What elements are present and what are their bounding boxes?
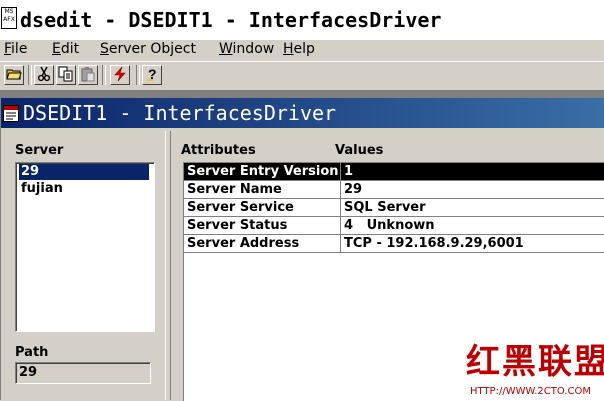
- cut-icon: [37, 66, 51, 85]
- toolbar: ?: [0, 61, 604, 91]
- menu-window[interactable]: Window: [219, 40, 274, 60]
- attributes-header: Attributes Values: [181, 143, 601, 159]
- attribute-value: 29: [344, 182, 363, 197]
- attribute-value: SQL Server: [344, 200, 426, 215]
- attribute-row[interactable]: Server Entry Version 1: [184, 163, 604, 181]
- attribute-value: TCP - 192.168.9.29,6001: [344, 236, 524, 251]
- menu-bar: File Edit Server Object Window Help: [0, 40, 604, 60]
- watermark-url: HTTP://WWW.2CTO.COM: [470, 386, 591, 397]
- help-icon: ?: [145, 66, 159, 85]
- child-title-bar[interactable]: DSEDIT1 - InterfacesDriver: [1, 98, 604, 128]
- ping-lightning-icon: [112, 66, 128, 85]
- pane-splitter[interactable]: [165, 131, 171, 400]
- server-label: Server: [15, 143, 64, 158]
- attribute-row[interactable]: Server Address TCP - 192.168.9.29,6001: [184, 235, 604, 253]
- watermark: 红黑联盟 HTTP://WWW.2CTO.COM: [466, 342, 604, 400]
- open-button[interactable]: [4, 65, 24, 85]
- open-folder-icon: [6, 67, 22, 84]
- attribute-name: Server Service: [184, 199, 341, 216]
- attribute-row[interactable]: Server Service SQL Server: [184, 199, 604, 217]
- attribute-name: Server Status: [184, 217, 341, 234]
- menu-window-label: Window: [219, 41, 275, 57]
- menu-file-label: File: [4, 41, 28, 57]
- copy-icon: [58, 66, 74, 85]
- toolbar-separator: [28, 65, 32, 85]
- app-icon[interactable]: MS AFX: [1, 7, 17, 29]
- server-list-item[interactable]: fujian: [19, 181, 149, 197]
- menu-server-object-label: Server Object: [100, 41, 196, 57]
- attribute-row[interactable]: Server Name 29: [184, 181, 604, 199]
- watermark-logo-text: 红黑联盟: [466, 342, 604, 382]
- paste-icon: [80, 66, 96, 85]
- attribute-value: 1: [344, 164, 354, 179]
- attribute-value: 4 Unknown: [344, 218, 435, 233]
- attribute-name: Server Name: [184, 181, 341, 198]
- copy-button[interactable]: [56, 65, 76, 85]
- cut-button[interactable]: [34, 65, 54, 85]
- path-field: 29: [15, 362, 151, 384]
- app-title: dsedit - DSEDIT1 - InterfacesDriver: [20, 8, 442, 32]
- toolbar-separator: [136, 65, 140, 85]
- menu-help-label: Help: [283, 41, 315, 57]
- values-column-header[interactable]: Values: [335, 143, 383, 158]
- ping-button[interactable]: [110, 65, 130, 85]
- app-title-bar: MS AFX dsedit - DSEDIT1 - InterfacesDriv…: [0, 0, 604, 40]
- menu-file[interactable]: File: [4, 40, 27, 60]
- server-list-item[interactable]: 29: [19, 164, 149, 180]
- document-icon[interactable]: [3, 105, 19, 122]
- attributes-column-header[interactable]: Attributes: [181, 143, 256, 158]
- attribute-name: Server Address: [184, 235, 341, 252]
- child-title: DSEDIT1 - InterfacesDriver: [23, 101, 337, 125]
- server-list[interactable]: 29 fujian: [15, 162, 155, 332]
- menu-edit-label: Edit: [52, 41, 80, 57]
- help-button[interactable]: ?: [142, 65, 162, 85]
- attribute-name: Server Entry Version: [184, 163, 341, 180]
- paste-button[interactable]: [78, 65, 98, 85]
- menu-help[interactable]: Help: [283, 40, 315, 60]
- path-label: Path: [15, 345, 49, 360]
- menu-server-object[interactable]: Server Object: [100, 40, 196, 60]
- menu-edit[interactable]: Edit: [52, 40, 79, 60]
- attribute-row[interactable]: Server Status 4 Unknown: [184, 217, 604, 235]
- toolbar-separator: [102, 65, 106, 85]
